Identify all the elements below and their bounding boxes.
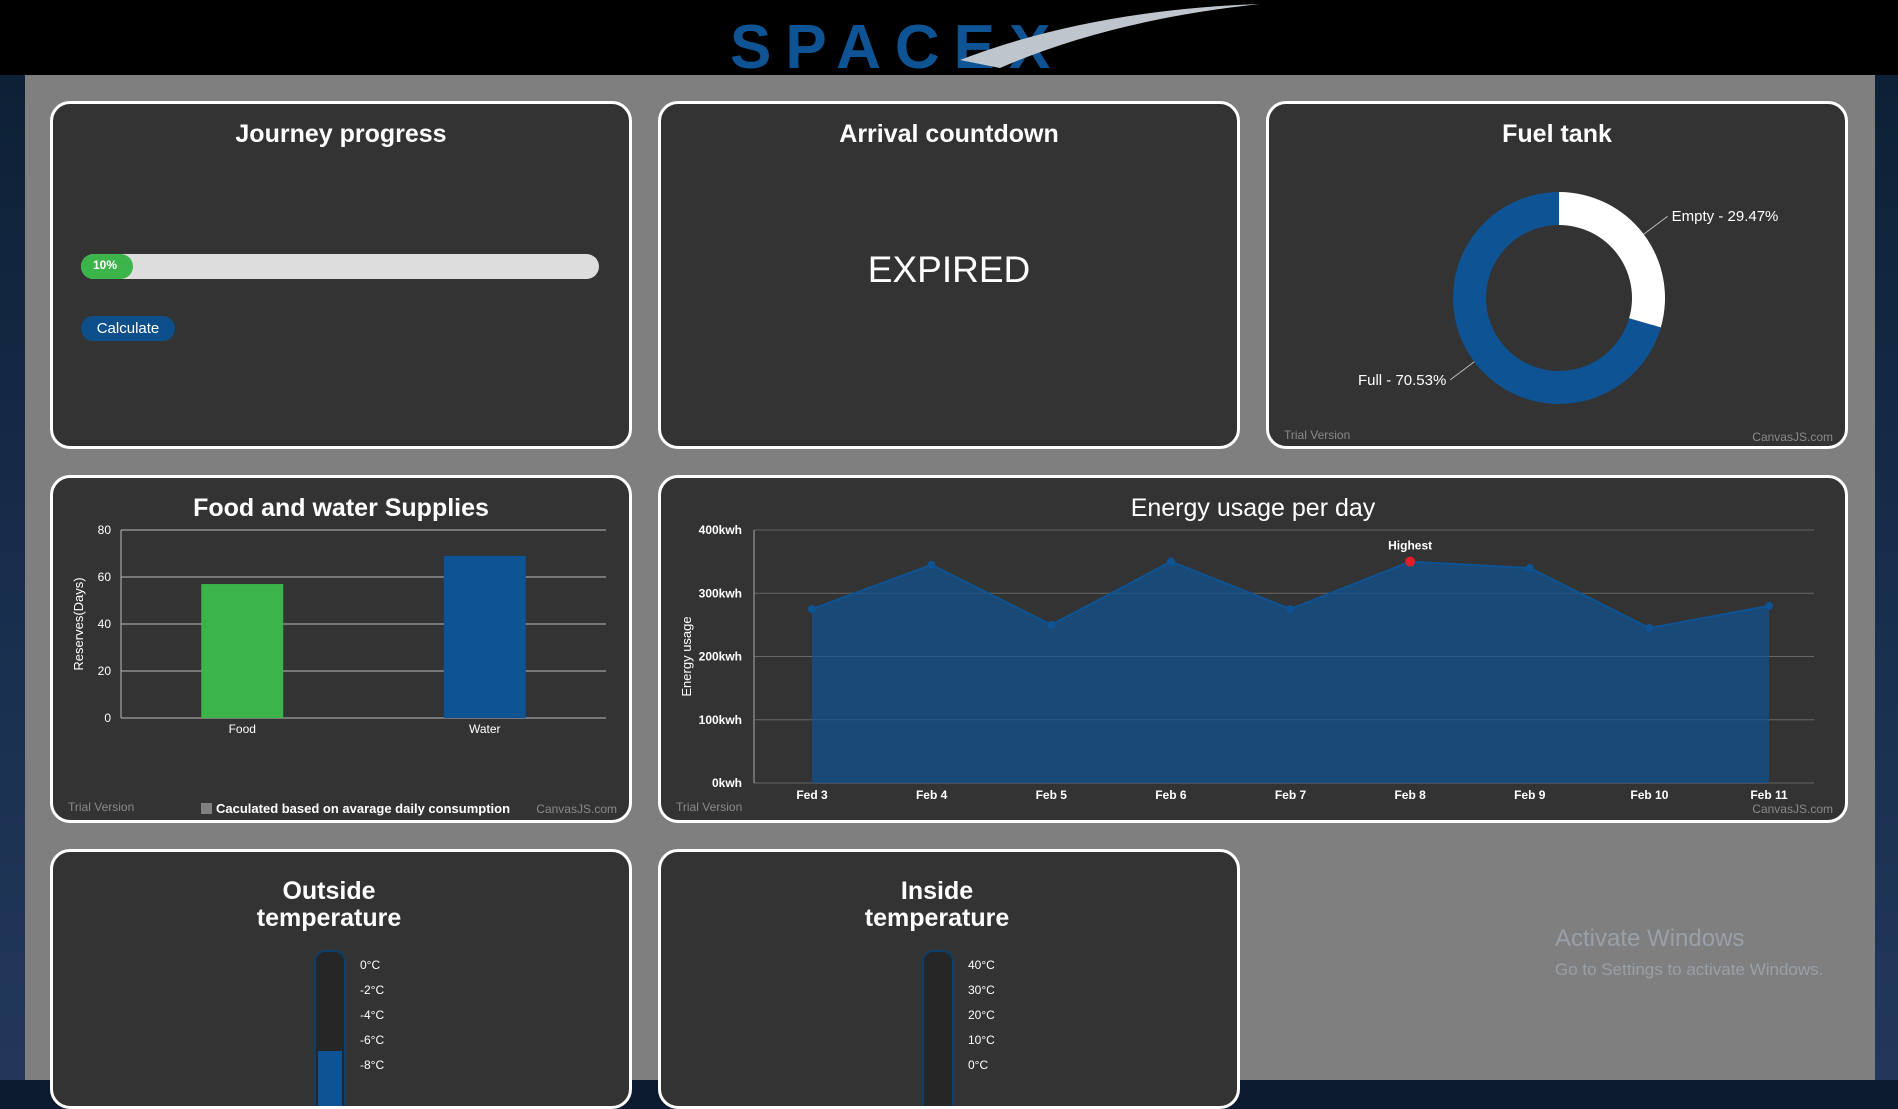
fuel-watermark-right: CanvasJS.com	[1752, 430, 1833, 444]
fuel-slice-label-1: Empty - 29.47%	[1672, 208, 1779, 225]
energy-xtick-label: Fed 3	[796, 788, 828, 802]
energy-xtick-label: Feb 10	[1630, 788, 1668, 802]
energy-point	[808, 605, 816, 614]
energy-xtick-label: Feb 4	[916, 788, 948, 802]
fuel-slice-1	[1559, 192, 1665, 328]
energy-xtick-label: Feb 9	[1514, 788, 1546, 802]
inside-scale-label: 0°C	[968, 1058, 988, 1072]
food-ytick-label: 20	[98, 664, 112, 678]
outside-thermometer: 0°C -2°C -4°C -6°C -8°C	[314, 950, 384, 1106]
energy-xtick-label: Feb 7	[1275, 788, 1307, 802]
energy-watermark-left: Trial Version	[676, 800, 743, 814]
outside-scale-label: -6°C	[360, 1033, 384, 1047]
journey-title: Journey progress	[235, 120, 447, 148]
energy-highlight-point	[1405, 556, 1416, 567]
food-ytick-label: 40	[98, 617, 112, 631]
activate-windows-subtitle: Go to Settings to activate Windows.	[1555, 960, 1824, 979]
inside-scale-label: 10°C	[968, 1033, 995, 1047]
outside-scale-label: -8°C	[360, 1058, 384, 1072]
energy-highlight-label: Highest	[1388, 539, 1432, 553]
countdown-card: Arrival countdown EXPIRED	[658, 101, 1240, 449]
energy-ytick-label: 200kwh	[699, 650, 742, 664]
energy-point	[1166, 557, 1175, 566]
energy-point	[927, 560, 936, 569]
energy-ytick-label: 300kwh	[699, 586, 742, 600]
energy-watermark-right: CanvasJS.com	[1752, 802, 1833, 816]
energy-area	[812, 561, 1769, 783]
energy-point	[1525, 563, 1534, 572]
energy-xtick-label: Feb 8	[1394, 788, 1426, 802]
food-xtick-label: Water	[469, 722, 501, 736]
fuel-watermark-left: Trial Version	[1284, 428, 1351, 442]
inside-tube	[922, 950, 954, 1106]
fuel-doughnut-chart: Full - 70.53% Empty - 29.47%	[1358, 192, 1779, 405]
inside-scale-label: 40°C	[968, 958, 995, 972]
food-watermark-left: Trial Version	[68, 800, 135, 814]
energy-point	[1047, 620, 1056, 629]
food-ytick-label: 80	[98, 523, 112, 537]
inside-temp-card: Inside temperature 40°C 30°C 20°C 10°C 0°C	[658, 849, 1240, 1109]
energy-xtick-label: Feb 6	[1155, 788, 1187, 802]
food-y-axis-label: Reserves(Days)	[71, 577, 86, 670]
space-background-right	[1875, 75, 1898, 1080]
food-ytick-label: 0	[104, 711, 111, 725]
journey-progress-bar: 10%	[81, 254, 599, 279]
energy-y-axis-label: Energy usage	[679, 616, 694, 696]
spacex-logo: SPACEX	[730, 4, 1260, 75]
calculate-button[interactable]: Calculate	[81, 316, 175, 341]
outside-mercury	[318, 1051, 342, 1106]
outside-scale-label: 0°C	[360, 958, 380, 972]
inside-scale-label: 20°C	[968, 1008, 995, 1022]
food-bar-water	[443, 555, 526, 718]
fuel-slice-label-0: Full - 70.53%	[1358, 372, 1446, 389]
journey-progress-label: 10%	[93, 258, 118, 272]
energy-area-chart: 0kwh 100kwh 200kwh 300kwh 400kwh Energy usage…	[679, 523, 1814, 802]
energy-point	[1645, 624, 1654, 633]
food-watermark-right: CanvasJS.com	[536, 802, 617, 816]
food-legend-label: Caculated based on avarage daily consump…	[216, 801, 510, 816]
food-xtick-label: Food	[229, 722, 256, 736]
fuel-slice-connector-0	[1450, 361, 1475, 381]
countdown-status: EXPIRED	[867, 249, 1031, 290]
energy-point	[1765, 601, 1773, 610]
food-bar-food	[201, 584, 284, 718]
top-bar: SPACEX	[0, 0, 1898, 75]
activate-windows-title: Activate Windows	[1555, 925, 1745, 952]
energy-point	[1286, 605, 1295, 614]
inside-scale-label: 30°C	[968, 983, 995, 997]
energy-ytick-label: 400kwh	[699, 523, 742, 537]
energy-ytick-label: 0kwh	[712, 776, 742, 790]
inside-thermometer: 40°C 30°C 20°C 10°C 0°C	[922, 950, 995, 1106]
outside-scale-label: -4°C	[360, 1008, 384, 1022]
food-legend-marker	[201, 803, 212, 814]
outside-temp-card: Outside temperature 0°C -2°C -4°C -6°C -8°C	[50, 849, 632, 1109]
food-bar-chart: 0 20 40 60 80 Reserves(Days) Food Water Caculate…	[71, 523, 606, 816]
food-ytick-label: 60	[98, 570, 112, 584]
space-background-left	[0, 75, 25, 1080]
fuel-slice-connector-1	[1643, 215, 1668, 235]
energy-ytick-label: 100kwh	[699, 713, 742, 727]
food-card: Food and water Supplies 0 20 40 60 80 Reserve…	[50, 475, 632, 823]
countdown-title: Arrival countdown	[839, 120, 1059, 148]
energy-xtick-label: Feb 11	[1750, 788, 1788, 802]
outside-scale-label: -2°C	[360, 983, 384, 997]
energy-xtick-label: Feb 5	[1036, 788, 1068, 802]
energy-card: Energy usage per day 0kwh 100kwh 200kwh 300…	[658, 475, 1848, 823]
journey-card: Journey progress 10% Calculate	[50, 101, 632, 449]
fuel-card: Fuel tank Full - 70.53% Empty - 29.47% Tr…	[1266, 101, 1848, 449]
